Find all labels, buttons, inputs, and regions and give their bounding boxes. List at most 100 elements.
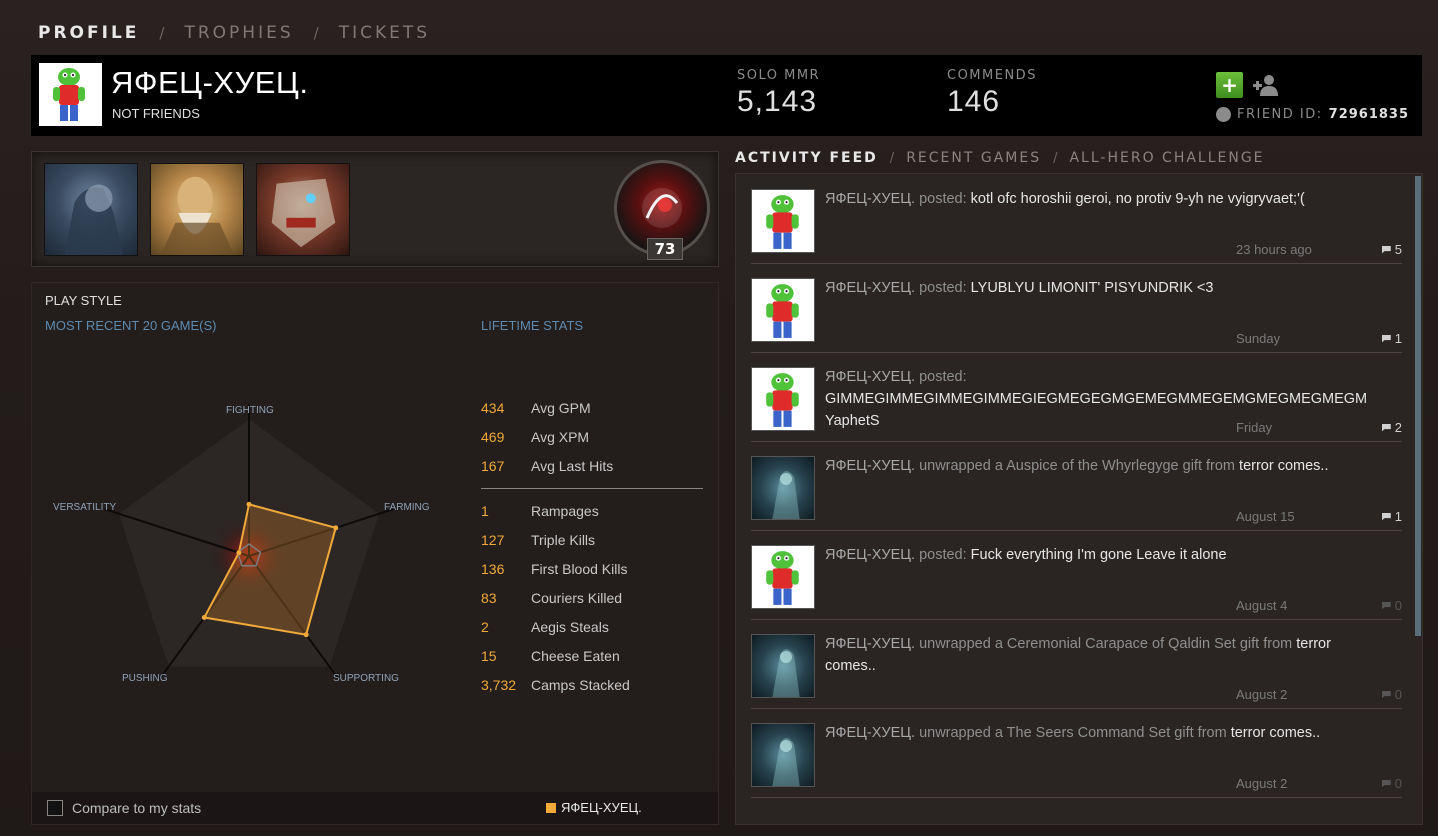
hero-portrait-1[interactable] <box>44 163 138 256</box>
stat-label: Avg GPM <box>531 399 591 416</box>
stat-value: 167 <box>481 457 505 474</box>
frog-avatar-icon[interactable] <box>751 545 815 609</box>
stat-label: Avg Last Hits <box>531 457 614 474</box>
play-style-radar: FIGHTING FARMING SUPPORTING PUSHING VERS… <box>42 393 462 693</box>
feed-item[interactable]: ЯФЕЦ-ХУЕЦ. unwrapped a Auspice of the Wh… <box>751 442 1402 531</box>
radar-label-fighting: FIGHTING <box>226 405 274 416</box>
radar-point-supporting <box>303 632 309 638</box>
frog-avatar-icon[interactable] <box>751 367 815 431</box>
friend-id-label: FRIEND ID: <box>1237 107 1323 122</box>
feed-item[interactable]: ЯФЕЦ-ХУЕЦ. posted: Fuck everything I'm g… <box>751 531 1402 620</box>
comment-icon <box>1381 245 1391 254</box>
stat-value: 469 <box>481 428 505 445</box>
feed-content: terror comes.. <box>1230 725 1321 741</box>
nav-separator: / <box>313 24 319 42</box>
feed-comment-count[interactable]: 0 <box>1381 776 1402 791</box>
feed-comment-count[interactable]: 2 <box>1381 420 1402 435</box>
tab-tickets[interactable]: TICKETS <box>339 23 430 43</box>
comment-icon <box>1381 690 1391 699</box>
add-friend-button[interactable]: + <box>1216 72 1243 98</box>
gift-hero-icon[interactable] <box>751 634 815 698</box>
solo-mmr-value: 5,143 <box>737 85 818 118</box>
feed-item[interactable]: ЯФЕЦ-ХУЕЦ. unwrapped a The Seers Command… <box>751 709 1402 798</box>
feed-item[interactable]: ЯФЕЦ-ХУЕЦ. posted: GIMMEGIMMEGIMMEGIMMEG… <box>751 353 1402 442</box>
player-name: ЯФЕЦ-ХУЕЦ. <box>111 65 309 100</box>
feed-scrollbar[interactable] <box>1415 176 1421 636</box>
frog-avatar-icon[interactable] <box>751 278 815 342</box>
comment-icon <box>1381 512 1391 521</box>
feed-action: posted: <box>919 547 967 563</box>
legend-swatch <box>546 803 556 813</box>
feed-timestamp: August 15 <box>1236 509 1295 524</box>
feed-author[interactable]: ЯФЕЦ-ХУЕЦ. <box>825 725 915 741</box>
tab-profile[interactable]: PROFILE <box>38 23 139 43</box>
level-number: 73 <box>647 238 683 260</box>
feed-action: posted: <box>919 369 967 385</box>
stat-value: 1 <box>481 502 489 519</box>
stat-row: 127 Triple Kills <box>481 525 703 554</box>
feed-author[interactable]: ЯФЕЦ-ХУЕЦ. <box>825 636 915 652</box>
feed-comment-count[interactable]: 0 <box>1381 598 1402 613</box>
feed-author[interactable]: ЯФЕЦ-ХУЕЦ. <box>825 369 915 385</box>
radar-label-supporting: SUPPORTING <box>333 673 399 684</box>
feed-comment-count[interactable]: 1 <box>1381 509 1402 524</box>
feed-action: posted: <box>919 280 967 296</box>
lifetime-stats: 434 Avg GPM 469 Avg XPM 167 Avg Last Hits 1… <box>481 393 703 699</box>
feed-item[interactable]: ЯФЕЦ-ХУЕЦ. unwrapped a Ceremonial Carapa… <box>751 620 1402 709</box>
feed-timestamp: 23 hours ago <box>1236 242 1312 257</box>
tab-activity-feed[interactable]: ACTIVITY FEED <box>735 150 878 166</box>
radar-point-pushing <box>201 614 207 620</box>
tab-all-hero-challenge[interactable]: ALL-HERO CHALLENGE <box>1069 150 1264 166</box>
stat-label: Triple Kills <box>531 531 596 548</box>
feed-author[interactable]: ЯФЕЦ-ХУЕЦ. <box>825 280 915 296</box>
comment-icon <box>1381 423 1391 432</box>
stat-row: 469 Avg XPM <box>481 422 703 451</box>
friend-id-value: 72961835 <box>1328 107 1410 122</box>
nav-separator: / <box>889 150 895 166</box>
commends: COMMENDS 146 <box>947 68 1037 119</box>
radar-label-farming: FARMING <box>384 502 430 513</box>
friends-icon[interactable] <box>1251 72 1281 98</box>
feed-author[interactable]: ЯФЕЦ-ХУЕЦ. <box>825 458 915 474</box>
radar-label-pushing: PUSHING <box>122 673 168 684</box>
feed-comment-count[interactable]: 5 <box>1381 242 1402 257</box>
stat-row: 167 Avg Last Hits <box>481 451 703 480</box>
comment-count: 0 <box>1394 776 1402 791</box>
compare-checkbox[interactable] <box>47 800 63 816</box>
stat-value: 3,732 <box>481 676 517 693</box>
compare-label[interactable]: Compare to my stats <box>72 800 201 816</box>
feed-action-suffix: from <box>1263 636 1293 652</box>
feed-item-text: ЯФЕЦ-ХУЕЦ. posted: GIMMEGIMMEGIMMEGIMMEG… <box>825 366 1367 432</box>
comment-count: 0 <box>1394 687 1402 702</box>
stat-value: 2 <box>481 618 489 635</box>
feed-content: terror comes.. <box>1239 458 1329 474</box>
feed-item[interactable]: ЯФЕЦ-ХУЕЦ. posted: kotl ofc horoshii ger… <box>751 175 1402 264</box>
radar-point-versatility <box>236 550 242 556</box>
steam-icon <box>1216 107 1231 122</box>
feed-author[interactable]: ЯФЕЦ-ХУЕЦ. <box>825 191 915 207</box>
hero-portrait-2[interactable] <box>150 163 244 256</box>
gift-hero-icon[interactable] <box>751 456 815 520</box>
frog-avatar-icon <box>53 68 85 121</box>
tab-recent-games[interactable]: RECENT GAMES <box>906 150 1041 166</box>
stat-row: 15 Cheese Eaten <box>481 641 703 670</box>
tab-trophies[interactable]: TROPHIES <box>184 23 293 43</box>
hero-portrait-3[interactable] <box>256 163 350 256</box>
stat-label: Aegis Steals <box>531 618 609 635</box>
feed-item[interactable]: ЯФЕЦ-ХУЕЦ. posted: LYUBLYU LIMONIT' PISY… <box>751 264 1402 353</box>
feed-nav: ACTIVITY FEED / RECENT GAMES / ALL-HERO … <box>735 150 1265 166</box>
gift-hero-icon[interactable] <box>751 723 815 787</box>
feed-content: kotl ofc horoshii geroi, no protiv 9-yh … <box>970 191 1305 207</box>
feed-item-text: ЯФЕЦ-ХУЕЦ. unwrapped a The Seers Command… <box>825 722 1365 744</box>
comment-icon <box>1381 601 1391 610</box>
feed-comment-count[interactable]: 0 <box>1381 687 1402 702</box>
comment-count: 0 <box>1394 598 1402 613</box>
feed-author[interactable]: ЯФЕЦ-ХУЕЦ. <box>825 547 915 563</box>
stat-value: 136 <box>481 560 505 577</box>
feed-action: posted: <box>919 191 967 207</box>
stat-label: Couriers Killed <box>531 589 623 606</box>
feed-comment-count[interactable]: 1 <box>1381 331 1402 346</box>
frog-avatar-icon[interactable] <box>751 189 815 253</box>
play-style-title: PLAY STYLE <box>45 293 122 308</box>
radar-label-versatility: VERSATILITY <box>53 502 117 513</box>
